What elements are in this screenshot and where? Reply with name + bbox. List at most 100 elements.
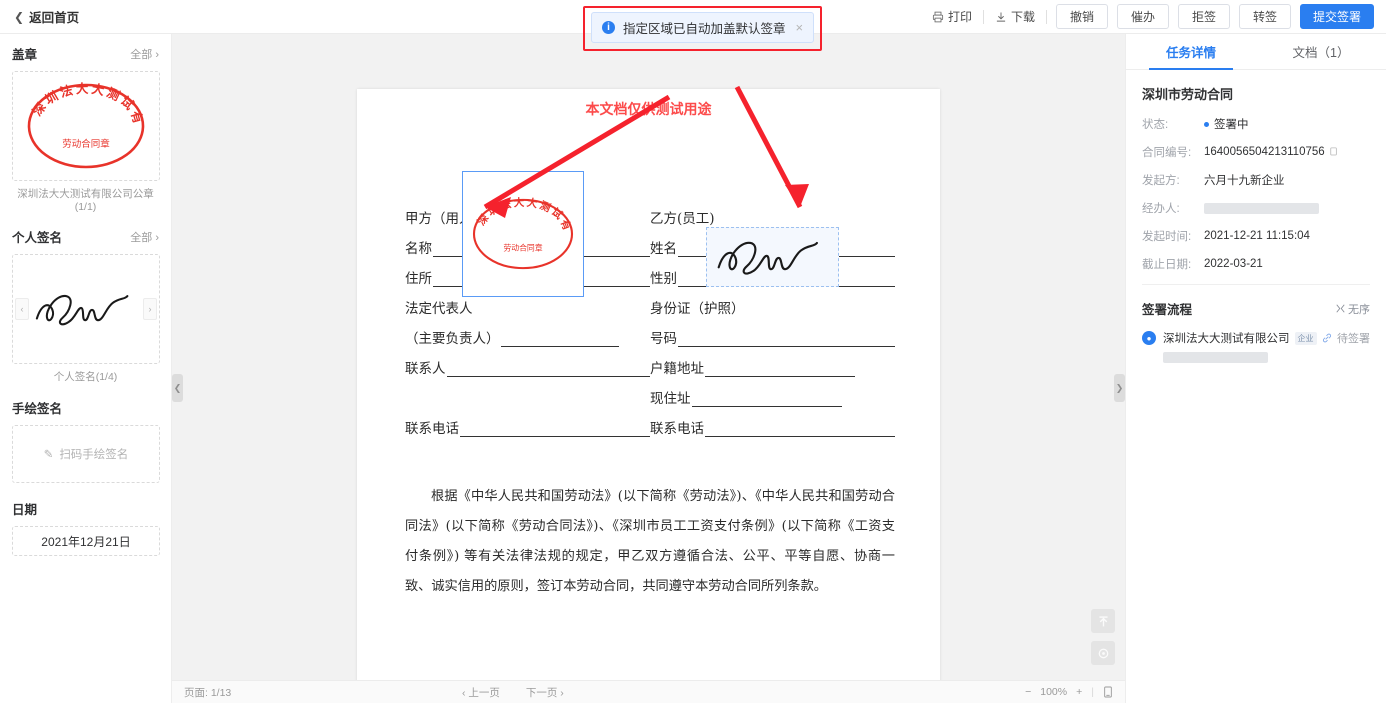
field-blank-line[interactable] <box>678 332 895 347</box>
zoom-out-button[interactable]: − <box>1025 686 1031 698</box>
zoom-in-button[interactable]: + <box>1076 686 1082 698</box>
field-row: 号码 <box>650 317 895 347</box>
field-blank-line[interactable] <box>705 422 895 437</box>
scroll-to-top-button[interactable] <box>1091 609 1115 633</box>
toolbar-actions: 打印 下载 撤销 催办 拒签 转签 提交签署 <box>921 4 1374 29</box>
contract-title: 深圳市劳动合同 <box>1142 87 1234 102</box>
collapse-right-panel-handle[interactable]: ❯ <box>1114 374 1125 402</box>
signer-name: 深圳法大大测试有限公司 <box>1163 333 1290 345</box>
tab-task-detail[interactable]: 任务详情 <box>1126 34 1256 70</box>
tab-documents[interactable]: 文档（1） <box>1256 34 1386 69</box>
deadline-value: 2022-03-21 <box>1204 258 1263 270</box>
field-blank-line[interactable] <box>460 422 650 437</box>
seal-section-header: 盖章 全部 › <box>12 44 159 63</box>
notification-highlight: i 指定区域已自动加盖默认签章 × <box>583 6 823 51</box>
seal-view-all-link[interactable]: 全部 › <box>130 46 159 62</box>
printer-icon <box>932 11 944 22</box>
date-title: 日期 <box>12 503 38 517</box>
next-signature-arrow[interactable]: › <box>143 298 157 320</box>
field-label: 发起时间: <box>1142 231 1192 243</box>
right-panel-tabs: 任务详情 文档（1） <box>1126 34 1386 70</box>
date-chip[interactable]: 2021年12月21日 <box>12 526 160 556</box>
left-sidebar: 盖章 全部 › 深圳法大大测试有限公司 劳动合同章 深圳法大大测试有限公司公章(… <box>0 34 172 703</box>
reject-sign-button[interactable]: 拒签 <box>1178 4 1230 29</box>
field-label: 截止日期: <box>1142 259 1192 271</box>
start-time-value: 2021-12-21 11:15:04 <box>1204 230 1310 242</box>
arrow-up-icon <box>1098 615 1108 626</box>
field-row: 联系人 <box>405 347 650 377</box>
scan-to-draw-signature-button[interactable]: ✎ 扫码手绘签名 <box>12 425 160 483</box>
prev-page-button[interactable]: ‹ 上一页 <box>462 685 500 700</box>
sign-order-toggle[interactable]: 无序 <box>1336 301 1370 317</box>
svg-text:深圳法大大测试有限公司: 深圳法大大测试有限公司 <box>22 75 147 128</box>
urge-button[interactable]: 催办 <box>1117 4 1169 29</box>
field-blank-line[interactable] <box>500 332 619 347</box>
prev-signature-arrow[interactable]: ‹ <box>15 298 29 320</box>
unordered-icon <box>1336 304 1345 313</box>
handdraw-section-header: 手绘签名 <box>12 398 159 417</box>
field-operator: 经办人: <box>1142 200 1370 216</box>
contract-number-text: 1640056504213110756 <box>1204 146 1325 158</box>
field-blank-line[interactable] <box>446 362 650 377</box>
field-status: 状态: 签署中 <box>1142 116 1370 132</box>
field-row: 身份证（护照） <box>650 301 745 317</box>
handdraw-title: 手绘签名 <box>12 402 63 416</box>
field-label: 状态: <box>1142 119 1169 131</box>
download-label: 下载 <box>1010 10 1035 24</box>
field-deadline: 截止日期: 2022-03-21 <box>1142 256 1370 272</box>
annotation-arrow-to-signature <box>734 85 809 209</box>
sign-flow-title: 签署流程 <box>1142 303 1193 317</box>
transfer-sign-button[interactable]: 转签 <box>1239 4 1291 29</box>
personal-signature-thumbnail[interactable]: ‹ › <box>12 254 160 364</box>
download-icon <box>996 12 1006 22</box>
svg-text:劳动合同章: 劳动合同章 <box>62 138 110 150</box>
revoke-button[interactable]: 撤销 <box>1056 4 1108 29</box>
page-nav: ‹ 上一页 下一页 › <box>462 685 564 700</box>
back-home-label: 返回首页 <box>29 11 80 25</box>
signing-app: ❮ 返回首页 打印 下载 撤销 催办 拒签 转签 提交签署 i 指定区域已自动加… <box>0 0 1386 703</box>
field-blank-line[interactable] <box>705 362 855 377</box>
link-icon[interactable] <box>1322 333 1332 343</box>
status-text: 签署中 <box>1214 119 1249 131</box>
print-label: 打印 <box>947 10 972 24</box>
personal-sign-view-all-link[interactable]: 全部 › <box>130 229 159 245</box>
field-row: （主要负责人） <box>405 317 650 347</box>
locate-signature-button[interactable] <box>1091 641 1115 665</box>
sign-flow-header: 签署流程 无序 <box>1142 299 1370 318</box>
field-label: 经办人: <box>1142 203 1180 215</box>
signer-avatar-icon: ● <box>1142 331 1156 345</box>
redacted-operator-value <box>1204 202 1319 214</box>
field-blank-line[interactable] <box>691 392 842 407</box>
fit-page-icon[interactable] <box>1103 686 1113 698</box>
next-page-button[interactable]: 下一页 › <box>526 685 564 700</box>
back-home-button[interactable]: ❮ 返回首页 <box>14 7 79 26</box>
close-icon[interactable]: × <box>796 20 804 35</box>
contract-paragraph: 根据《中华人民共和国劳动法》(以下简称《劳动法》)、《中华人民共和国劳动合同法》… <box>405 489 895 594</box>
auto-seal-notification: i 指定区域已自动加盖默认签章 × <box>591 12 815 43</box>
field-label: 发起方: <box>1142 175 1180 187</box>
document-viewer[interactable]: 本文档仅供测试用途 本文档仅供测试用途 甲方（用人单位） 名称 住所 法定代表人… <box>172 34 1125 703</box>
zoom-controls: − 100% + | <box>1025 686 1113 698</box>
right-panel-body: 深圳市劳动合同 状态: 签署中 合同编号: 164005650421311075… <box>1126 70 1386 363</box>
seal-thumbnail[interactable]: 深圳法大大测试有限公司 劳动合同章 <box>12 71 160 181</box>
seal-caption: 深圳法大大测试有限公司公章(1/1) <box>17 188 154 213</box>
sign-flow-item[interactable]: ● 深圳法大大测试有限公司 企业 待签署 <box>1142 330 1370 363</box>
print-button[interactable]: 打印 <box>921 6 983 28</box>
redacted-signer-detail <box>1163 352 1268 363</box>
contract-number-value: 1640056504213110756 <box>1204 146 1339 158</box>
field-row <box>405 377 650 407</box>
field-row: 户籍地址 <box>650 347 895 377</box>
download-button[interactable]: 下载 <box>984 6 1046 28</box>
pencil-icon: ✎ <box>43 449 54 461</box>
collapse-left-panel-handle[interactable]: ❮ <box>172 374 183 402</box>
field-row: 联系电话 <box>650 407 895 437</box>
submit-sign-button[interactable]: 提交签署 <box>1300 4 1374 29</box>
field-initiator: 发起方: 六月十九新企业 <box>1142 172 1370 188</box>
field-label: 合同编号: <box>1142 147 1192 159</box>
copy-icon[interactable] <box>1330 147 1339 157</box>
field-row: 现住址 <box>650 377 895 407</box>
field-start-time: 发起时间: 2021-12-21 11:15:04 <box>1142 228 1370 244</box>
info-icon: i <box>602 21 615 34</box>
sign-order-label: 无序 <box>1348 303 1370 316</box>
divider <box>1142 284 1370 285</box>
